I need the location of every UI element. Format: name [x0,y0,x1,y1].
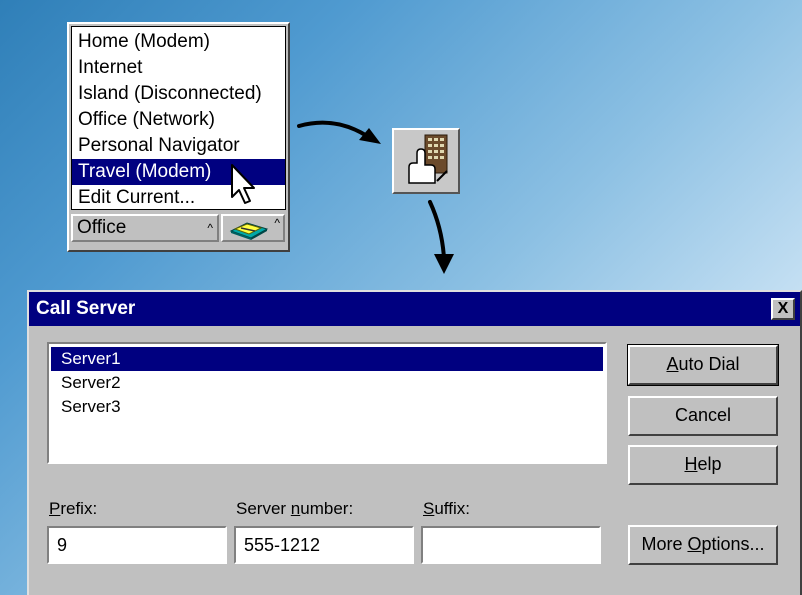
server-number-input[interactable]: 555-1212 [234,526,414,564]
dialer-button[interactable] [392,128,460,194]
location-popup: Home (Modem) Internet Island (Disconnect… [67,22,290,252]
flow-arrow-down-icon [428,200,454,274]
list-item-server1[interactable]: Server1 [51,347,603,371]
suffix-input[interactable] [421,526,601,564]
more-options-label-pre: More [641,534,688,554]
caret-up-icon: ^ [207,221,213,235]
mouse-pointer-icon [231,164,255,204]
suffix-label-post: uffix: [434,499,470,518]
prefix-label-post: refix: [60,499,98,518]
server-number-mnemonic: n [290,499,301,518]
dialog-titlebar[interactable]: Call Server X [29,292,800,326]
close-button[interactable]: X [771,298,795,320]
menu-item-personal-navigator[interactable]: Personal Navigator [72,133,285,159]
current-location-dropdown[interactable]: Office ^ [71,214,219,242]
server-number-label: Server number: [236,499,353,519]
dialog-title: Call Server [36,298,136,319]
menu-item-island[interactable]: Island (Disconnected) [72,81,285,107]
suffix-mnemonic: S [423,499,435,518]
help-label-post: elp [697,454,722,474]
server-number-label-pre: Server [236,499,291,518]
current-location-label: Office [77,217,127,238]
location-status-bar: Office ^ ^ [71,212,286,246]
prefix-label: Prefix: [49,499,97,519]
server-listbox[interactable]: Server1 Server2 Server3 [47,342,607,464]
prefix-mnemonic: P [49,499,61,518]
call-server-dialog: Call Server X Server1 Server2 Server3 Au… [27,290,802,595]
help-mnemonic: H [684,454,698,474]
prefix-input[interactable]: 9 [47,526,227,564]
auto-dial-mnemonic: A [666,354,679,374]
auto-dial-button[interactable]: Auto Dial [627,344,779,386]
phone-modem-button[interactable]: ^ [221,214,285,242]
more-options-mnemonic: O [687,534,702,554]
menu-item-internet[interactable]: Internet [72,55,285,81]
suffix-label: Suffix: [423,499,470,519]
menu-item-office-network[interactable]: Office (Network) [72,107,285,133]
list-item-server2[interactable]: Server2 [51,371,603,395]
server-number-label-post: umber: [300,499,354,518]
more-options-button[interactable]: More Options... [628,525,778,565]
more-options-label-post: ptions... [701,534,765,554]
auto-dial-label-post: uto Dial [678,354,740,374]
menu-item-home-modem[interactable]: Home (Modem) [72,29,285,55]
cancel-button[interactable]: Cancel [628,396,778,436]
caret-up-icon: ^ [274,216,280,230]
close-icon: X [777,300,789,317]
flow-arrow-right-icon [297,120,381,144]
keypad-dial-icon [408,134,448,184]
list-item-server3[interactable]: Server3 [51,395,603,419]
phone-modem-icon [229,222,269,240]
help-button[interactable]: Help [628,445,778,485]
